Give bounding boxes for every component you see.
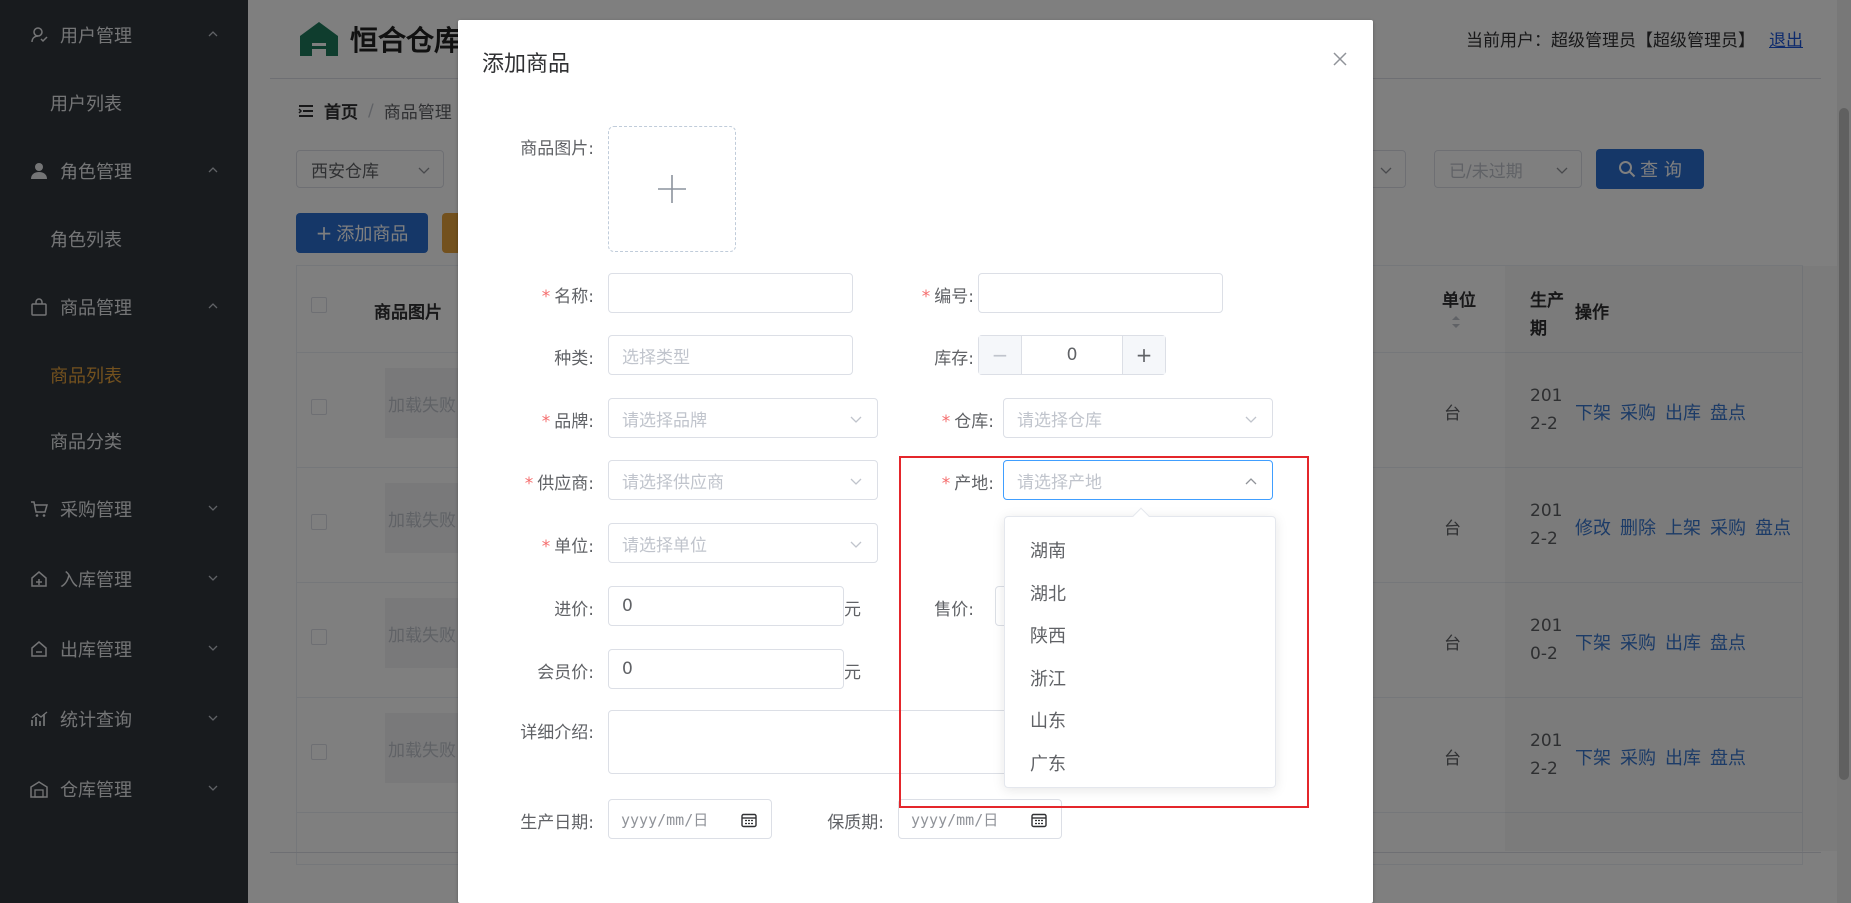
- label-unit: * 单位:: [541, 537, 594, 557]
- label-stock: 库存:: [934, 349, 974, 369]
- production-date-input[interactable]: yyyy/mm/日: [608, 799, 772, 839]
- brand-select[interactable]: 请选择品牌: [608, 398, 878, 438]
- code-input[interactable]: [978, 273, 1223, 313]
- member-price-input[interactable]: 0: [608, 649, 844, 689]
- label-image: 商品图片:: [520, 139, 594, 159]
- label-name: * 名称:: [541, 287, 594, 307]
- currency-unit: 元: [844, 600, 861, 620]
- label-production-date: 生产日期:: [520, 813, 594, 833]
- supplier-select[interactable]: 请选择供应商: [608, 460, 878, 500]
- calendar-icon[interactable]: [1031, 812, 1047, 828]
- chevron-down-icon: [850, 541, 862, 548]
- warehouse-select[interactable]: 请选择仓库: [1003, 398, 1273, 438]
- currency-unit: 元: [844, 663, 861, 683]
- label-shelf-life: 保质期:: [827, 813, 884, 833]
- label-brand: * 品牌:: [541, 412, 594, 432]
- label-code: * 编号:: [921, 287, 974, 307]
- label-description: 详细介绍:: [520, 723, 594, 743]
- label-category: 种类:: [554, 349, 594, 369]
- label-supplier: * 供应商:: [524, 474, 594, 494]
- purchase-price-input[interactable]: 0: [608, 586, 844, 626]
- name-input[interactable]: [608, 273, 853, 313]
- label-purchase-price: 进价:: [554, 600, 594, 620]
- decrement-button[interactable]: −: [979, 336, 1021, 374]
- label-member-price: 会员价:: [537, 663, 594, 683]
- stock-stepper: − 0 +: [978, 335, 1166, 375]
- image-upload[interactable]: [608, 126, 736, 252]
- increment-button[interactable]: +: [1123, 336, 1165, 374]
- plus-icon: [658, 175, 686, 203]
- unit-select[interactable]: 请选择单位: [608, 523, 878, 563]
- dialog-title: 添加商品: [482, 52, 571, 77]
- chevron-down-icon: [1245, 416, 1257, 423]
- label-warehouse: * 仓库:: [941, 412, 994, 432]
- chevron-down-icon: [850, 416, 862, 423]
- chevron-down-icon: [850, 478, 862, 485]
- stock-value[interactable]: 0: [1021, 336, 1123, 374]
- category-input[interactable]: 选择类型: [608, 335, 853, 375]
- calendar-icon[interactable]: [741, 812, 757, 828]
- close-icon[interactable]: [1331, 50, 1349, 68]
- highlight-box: [899, 456, 1309, 808]
